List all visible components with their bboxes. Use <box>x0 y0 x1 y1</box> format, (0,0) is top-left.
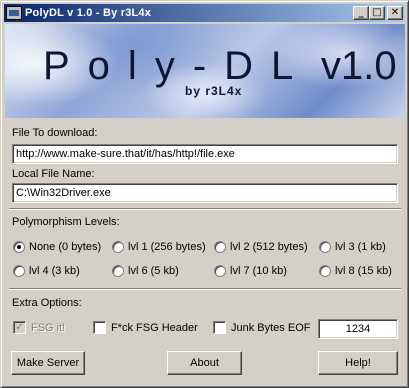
radio-level-2[interactable]: lvl 2 (512 bytes) <box>214 241 308 253</box>
banner-version: v1.0 <box>321 44 397 88</box>
radio-level-none[interactable]: None (0 bytes) <box>13 241 101 253</box>
banner-logo: Poly-DL v1.0 by r3L4x <box>5 24 405 118</box>
radio-level-1[interactable]: lvl 1 (256 bytes) <box>112 241 206 253</box>
radio-label: lvl 1 (256 bytes) <box>128 241 206 253</box>
close-button[interactable]: ✕ <box>387 6 403 20</box>
radio-indicator <box>112 265 124 277</box>
app-icon <box>6 6 22 20</box>
checkbox-box: ✓ <box>13 321 26 334</box>
radio-level-3[interactable]: lvl 3 (1 kb) <box>319 241 386 253</box>
checkmark-icon: ✓ <box>15 322 24 333</box>
extra-options-label: Extra Options: <box>12 297 82 309</box>
radio-indicator <box>112 241 124 253</box>
radio-indicator <box>319 241 331 253</box>
radio-label: lvl 2 (512 bytes) <box>230 241 308 253</box>
window-title: PolyDL v 1.0 - By r3L4x <box>25 7 152 19</box>
download-label: File To download: <box>12 127 98 139</box>
radio-label: lvl 4 (3 kb) <box>29 265 80 277</box>
junk-bytes-input[interactable]: 1234 <box>318 319 398 339</box>
junk-bytes-checkbox[interactable]: Junk Bytes EOF <box>213 321 310 334</box>
maximize-button[interactable]: □ <box>369 6 385 20</box>
checkbox-box <box>93 321 106 334</box>
about-button[interactable]: About <box>167 351 242 375</box>
radio-indicator <box>214 241 226 253</box>
banner-title: Poly-DL <box>43 44 312 88</box>
radio-level-8[interactable]: lvl 8 (15 kb) <box>319 265 392 277</box>
local-file-label: Local File Name: <box>12 168 95 180</box>
checkbox-box <box>213 321 226 334</box>
polymorphism-label: Polymorphism Levels: <box>12 216 120 228</box>
fck-fsg-header-checkbox[interactable]: F*ck FSG Header <box>93 321 198 334</box>
checkbox-label: F*ck FSG Header <box>111 321 198 334</box>
separator <box>9 288 401 290</box>
radio-indicator <box>214 265 226 277</box>
help-button[interactable]: Help! <box>318 351 398 375</box>
local-file-input[interactable]: C:\Win32Driver.exe <box>12 183 398 203</box>
radio-level-4[interactable]: lvl 4 (3 kb) <box>13 265 80 277</box>
radio-indicator <box>319 265 331 277</box>
radio-indicator <box>13 241 25 253</box>
radio-label: lvl 6 (5 kb) <box>128 265 179 277</box>
checkbox-label: FSG it! <box>31 321 66 334</box>
radio-level-6[interactable]: lvl 6 (5 kb) <box>112 265 179 277</box>
banner-byline: by r3L4x <box>185 84 243 98</box>
radio-label: lvl 8 (15 kb) <box>335 265 392 277</box>
make-server-button[interactable]: Make Server <box>11 351 85 375</box>
fsg-checkbox[interactable]: ✓ FSG it! <box>13 321 65 334</box>
download-url-input[interactable]: http://www.make-sure.that/it/has/http!/f… <box>12 144 398 164</box>
minimize-button[interactable]: _ <box>353 6 369 20</box>
radio-label: None (0 bytes) <box>29 241 102 253</box>
radio-label: lvl 7 (10 kb) <box>230 265 287 277</box>
checkbox-label: Junk Bytes EOF <box>231 321 311 334</box>
radio-indicator <box>13 265 25 277</box>
polydl-window: PolyDL v 1.0 - By r3L4x _ □ ✕ Poly-DL v1… <box>0 0 409 388</box>
title-bar[interactable]: PolyDL v 1.0 - By r3L4x _ □ ✕ <box>4 4 405 22</box>
radio-label: lvl 3 (1 kb) <box>335 241 386 253</box>
separator <box>9 208 401 210</box>
radio-level-7[interactable]: lvl 7 (10 kb) <box>214 265 287 277</box>
